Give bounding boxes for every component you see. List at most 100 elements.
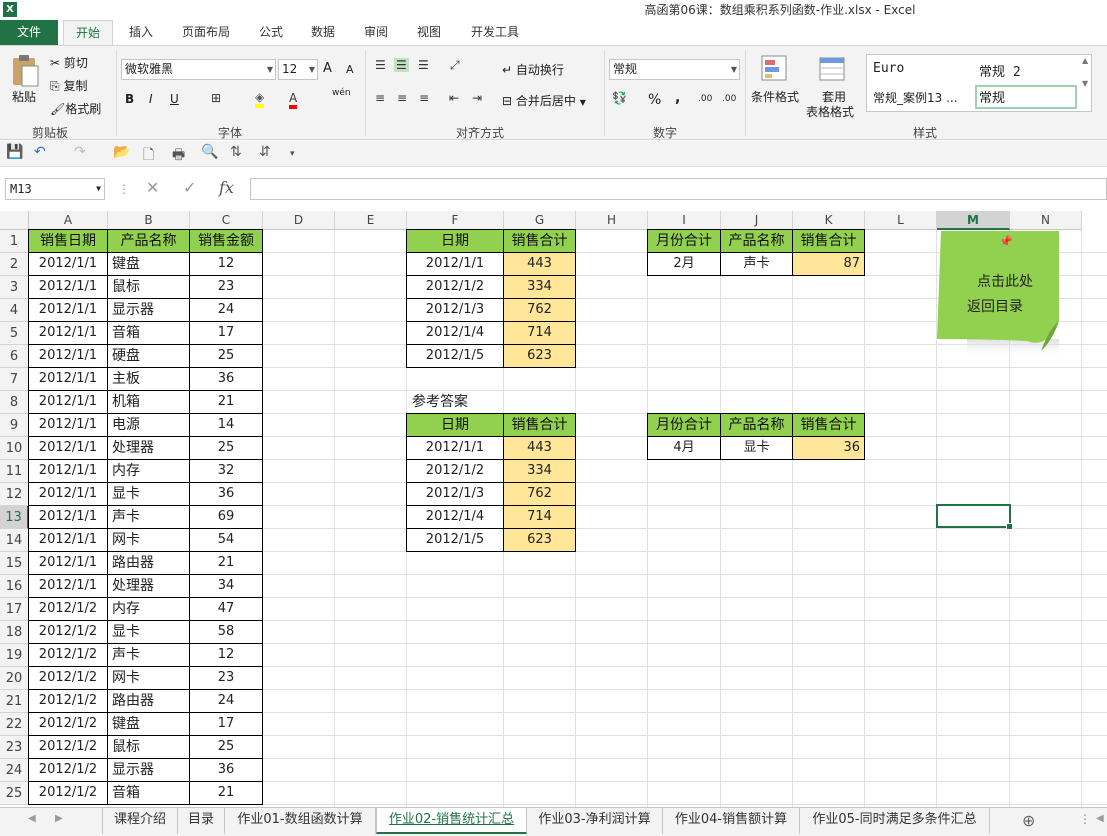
font-color-icon[interactable]: A <box>289 91 298 109</box>
cut-button[interactable]: ✂ 剪切 <box>50 54 88 71</box>
sales-amount-cell[interactable]: 25 <box>189 735 263 759</box>
font-size-select[interactable]: 12 ▼ <box>278 59 318 80</box>
sales-date-cell[interactable]: 2012/1/1 <box>28 413 108 437</box>
row-header[interactable]: 2 <box>0 253 29 276</box>
number-format-select[interactable]: 常规 ▼ <box>609 59 740 80</box>
customize-qat-icon[interactable]: ▾ <box>290 149 295 159</box>
shrink-font-button[interactable]: A <box>346 63 354 76</box>
row-header[interactable]: 15 <box>0 552 29 575</box>
daily-date-cell[interactable]: 2012/1/1 <box>406 252 504 276</box>
product-name-cell[interactable]: 网卡 <box>107 666 190 690</box>
month-cell[interactable]: 2月 <box>647 252 721 276</box>
align-middle-icon[interactable]: ☰ <box>394 58 409 72</box>
answer-total-cell[interactable]: 714 <box>503 505 576 529</box>
product-name-cell[interactable]: 显示器 <box>107 758 190 782</box>
product-name-cell[interactable]: 硬盘 <box>107 344 190 368</box>
more-options-icon[interactable]: ⋮ <box>1079 812 1091 826</box>
sales-amount-cell[interactable]: 24 <box>189 689 263 713</box>
align-right-icon[interactable]: ≡ <box>419 91 429 105</box>
table-header-cell[interactable]: 产品名称 <box>107 229 190 253</box>
tab-formulas[interactable]: 公式 <box>248 20 294 45</box>
indent-decrease-icon[interactable]: ⇤ <box>449 91 459 105</box>
column-header-j[interactable]: J <box>721 211 793 230</box>
sales-amount-cell[interactable]: 36 <box>189 482 263 506</box>
row-header[interactable]: 16 <box>0 575 29 598</box>
sheet-tab-hw01[interactable]: 作业01-数组函数计算 <box>225 808 376 834</box>
sales-date-cell[interactable]: 2012/1/2 <box>28 712 108 736</box>
answer-date-cell[interactable]: 2012/1/4 <box>406 505 504 529</box>
sales-date-cell[interactable]: 2012/1/2 <box>28 643 108 667</box>
wrap-text-button[interactable]: ↵ 自动换行 <box>502 61 564 78</box>
grow-font-button[interactable]: A <box>323 61 332 76</box>
row-header[interactable]: 17 <box>0 598 29 621</box>
print-preview-icon[interactable]: 🔍 <box>201 144 218 160</box>
sales-date-cell[interactable]: 2012/1/1 <box>28 344 108 368</box>
product-name-cell[interactable]: 声卡 <box>107 643 190 667</box>
increase-decimal-button[interactable]: .00 <box>698 94 712 104</box>
row-header[interactable]: 11 <box>0 460 29 483</box>
answer-label[interactable]: 参考答案 <box>408 391 528 413</box>
selected-cell-m13[interactable] <box>936 504 1013 530</box>
row-header[interactable]: 23 <box>0 736 29 759</box>
answer-total-cell[interactable]: 762 <box>503 482 576 506</box>
sales-amount-cell[interactable]: 32 <box>189 459 263 483</box>
sales-date-cell[interactable]: 2012/1/1 <box>28 390 108 414</box>
paste-button[interactable]: 粘贴 <box>12 88 36 105</box>
daily-total-cell[interactable]: 623 <box>503 344 576 368</box>
daily-date-cell[interactable]: 2012/1/2 <box>406 275 504 299</box>
sales-date-cell[interactable]: 2012/1/1 <box>28 574 108 598</box>
column-header-d[interactable]: D <box>263 211 335 230</box>
sort-descending-icon[interactable]: ⇵ <box>259 144 271 160</box>
orientation-icon[interactable]: ⤢ <box>450 58 460 73</box>
add-sheet-icon[interactable]: ⊕ <box>1022 811 1035 830</box>
row-header[interactable]: 24 <box>0 759 29 782</box>
row-header[interactable]: 14 <box>0 529 29 552</box>
table-header-cell[interactable]: 销售合计 <box>503 229 576 253</box>
gallery-up-icon[interactable]: ▲ <box>1082 56 1088 65</box>
sales-date-cell[interactable]: 2012/1/1 <box>28 275 108 299</box>
align-center-icon[interactable]: ≡ <box>397 91 407 105</box>
sort-ascending-icon[interactable]: ⇅ <box>230 144 242 160</box>
daily-total-cell[interactable]: 443 <box>503 252 576 276</box>
table-header-cell[interactable]: 月份合计 <box>647 413 721 437</box>
redo-icon[interactable]: ↷ <box>74 144 86 160</box>
sheet-tab-hw03[interactable]: 作业03-净利润计算 <box>527 808 663 834</box>
align-bottom-icon[interactable]: ☰ <box>418 58 429 72</box>
daily-date-cell[interactable]: 2012/1/4 <box>406 321 504 345</box>
row-header[interactable]: 13 <box>0 506 29 529</box>
sales-date-cell[interactable]: 2012/1/1 <box>28 321 108 345</box>
tab-data[interactable]: 数据 <box>300 20 346 45</box>
sales-date-cell[interactable]: 2012/1/2 <box>28 597 108 621</box>
column-header-b[interactable]: B <box>108 211 190 230</box>
column-header-l[interactable]: L <box>865 211 937 230</box>
table-header-cell[interactable]: 销售金额 <box>189 229 263 253</box>
product-name-cell[interactable]: 主板 <box>107 367 190 391</box>
comma-button[interactable]: , <box>675 90 680 106</box>
product-name-cell[interactable]: 显示器 <box>107 298 190 322</box>
sales-date-cell[interactable]: 2012/1/1 <box>28 551 108 575</box>
table-header-cell[interactable]: 日期 <box>406 413 504 437</box>
row-header[interactable]: 3 <box>0 276 29 299</box>
fill-color-icon[interactable]: ◈ <box>255 90 265 108</box>
product-name-cell[interactable]: 键盘 <box>107 712 190 736</box>
indent-increase-icon[interactable]: ⇥ <box>472 91 482 105</box>
row-header[interactable]: 21 <box>0 690 29 713</box>
product-name-cell[interactable]: 处理器 <box>107 436 190 460</box>
row-header[interactable]: 9 <box>0 414 29 437</box>
product-name-cell[interactable]: 鼠标 <box>107 275 190 299</box>
row-header[interactable]: 4 <box>0 299 29 322</box>
tab-file[interactable]: 文件 <box>0 20 58 45</box>
product-name-cell[interactable]: 内存 <box>107 459 190 483</box>
daily-total-cell[interactable]: 334 <box>503 275 576 299</box>
tab-review[interactable]: 审阅 <box>353 20 399 45</box>
new-file-icon[interactable]: 🗋 <box>143 144 154 168</box>
sales-amount-cell[interactable]: 21 <box>189 551 263 575</box>
product-name-cell[interactable]: 路由器 <box>107 551 190 575</box>
sales-date-cell[interactable]: 2012/1/2 <box>28 666 108 690</box>
answer-date-cell[interactable]: 2012/1/3 <box>406 482 504 506</box>
column-header-k[interactable]: K <box>793 211 865 230</box>
bold-button[interactable]: B <box>125 92 134 106</box>
product-name-cell[interactable]: 内存 <box>107 597 190 621</box>
product-name-cell[interactable]: 路由器 <box>107 689 190 713</box>
column-header-g[interactable]: G <box>504 211 576 230</box>
